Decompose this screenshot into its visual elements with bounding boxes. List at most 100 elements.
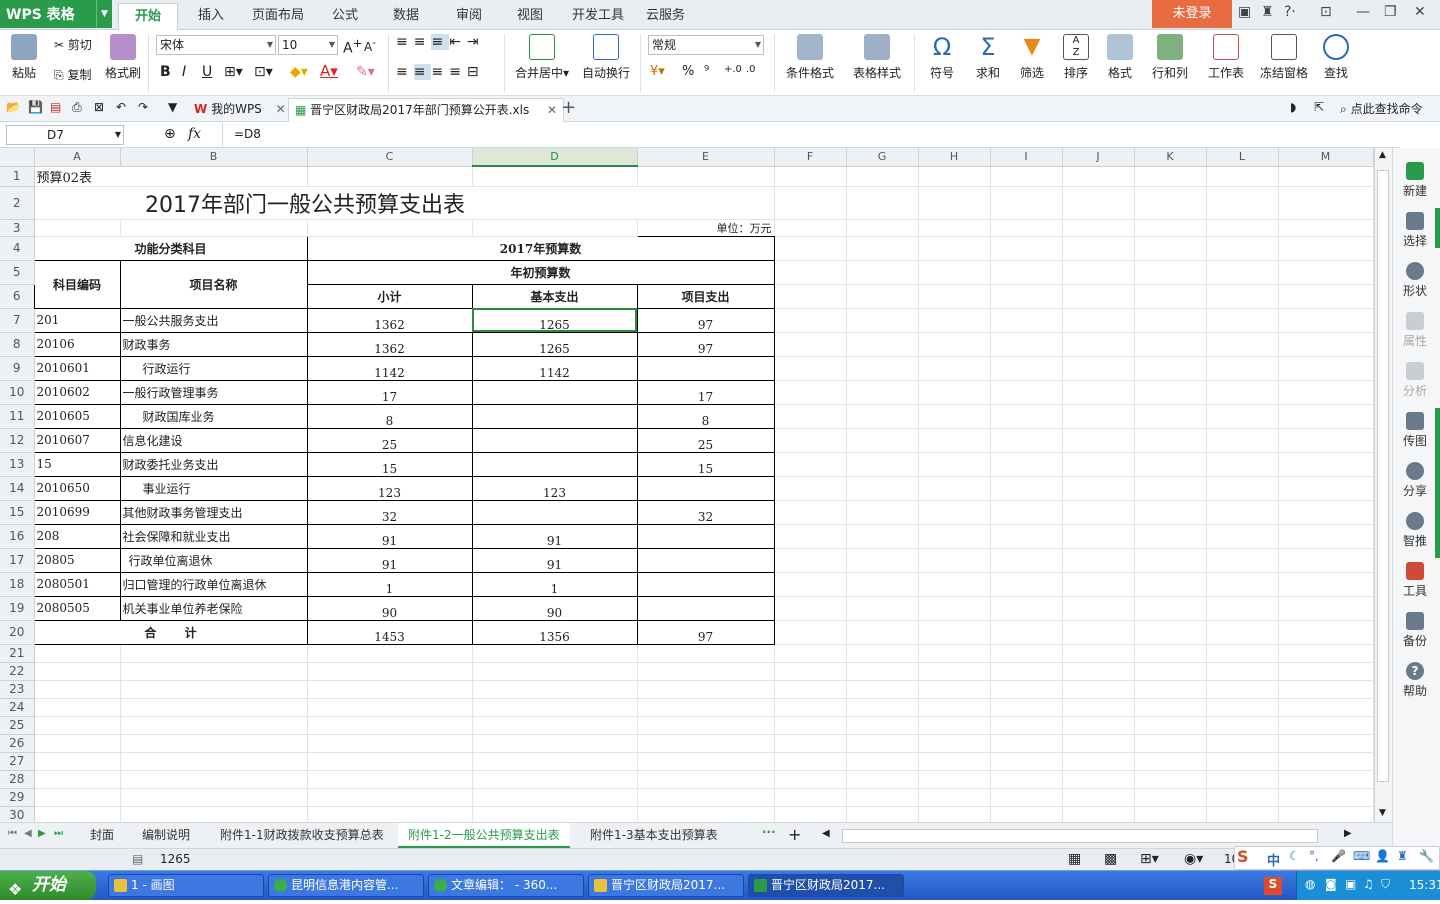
format-button[interactable]: 格式 [1100,30,1140,81]
cell[interactable] [918,662,991,681]
cell[interactable] [990,356,1063,381]
sheet-tab-cover[interactable]: 封面 [80,823,124,848]
item-code[interactable]: 20805 [33,547,121,573]
cell[interactable] [1206,404,1279,429]
cell[interactable] [990,186,1063,220]
row-header[interactable]: 23 [0,680,35,699]
item-subtotal[interactable]: 25 [306,427,473,453]
item-subtotal[interactable]: 1142 [306,355,473,381]
cell[interactable] [846,332,919,357]
item-basic[interactable]: 90 [471,595,638,621]
name-box[interactable]: D7 ▼ [6,125,124,145]
panel-upload-image[interactable]: 传图 [1393,412,1437,449]
sheet-tab-notes[interactable]: 编制说明 [132,823,200,848]
row-header[interactable]: 25 [0,716,35,735]
cell[interactable] [846,186,919,220]
cell[interactable] [472,788,638,807]
comma-button[interactable]: ⁹ [704,64,709,79]
item-code[interactable]: 2010605 [33,403,121,429]
panel-share[interactable]: 分享 [1393,462,1437,499]
cell[interactable] [1062,186,1135,220]
cell[interactable] [990,524,1063,549]
cell[interactable] [1062,788,1135,807]
cell[interactable] [472,662,638,681]
cell[interactable] [774,680,847,699]
cell[interactable] [774,644,847,663]
item-basic[interactable] [471,403,638,429]
item-code[interactable]: 2010601 [33,355,121,381]
cell[interactable] [1278,308,1374,333]
cell[interactable] [1062,662,1135,681]
cell[interactable] [1062,380,1135,405]
freeze-panes-button[interactable]: 冻结窗格 [1256,30,1312,81]
item-project[interactable] [636,571,775,597]
cell[interactable] [1062,428,1135,453]
cell[interactable] [846,716,919,735]
cell[interactable] [918,219,991,237]
cell[interactable] [1278,680,1374,699]
print-preview-icon[interactable]: ⊠ [94,100,104,114]
cell[interactable] [1206,524,1279,549]
cell[interactable] [774,752,847,771]
cell[interactable] [846,500,919,525]
cell[interactable] [34,680,121,699]
task-browser-1[interactable]: 昆明信息港内容管... [268,874,424,897]
cell[interactable] [1206,332,1279,357]
cell[interactable] [990,752,1063,771]
copy-button[interactable]: ⎘ 复制 [54,66,91,83]
paste-button[interactable]: 粘贴 [6,30,42,81]
cell[interactable] [990,476,1063,501]
cell[interactable] [1278,620,1374,645]
cell[interactable] [1278,476,1374,501]
scroll-thumb[interactable] [1377,170,1389,782]
next-sheet-icon[interactable]: ▶ [38,828,46,839]
panel-analysis[interactable]: 分析 [1393,362,1437,399]
cell[interactable] [990,620,1063,645]
item-subtotal[interactable]: 1362 [306,307,473,333]
item-code[interactable]: 201 [33,307,121,333]
item-code[interactable]: 208 [33,523,121,549]
cell[interactable] [1206,166,1279,187]
cell[interactable] [34,770,121,789]
conditional-format-button[interactable]: 条件格式 [780,30,840,81]
cell[interactable] [1134,380,1207,405]
cell[interactable] [774,596,847,621]
sogou-tray-icon[interactable]: S [1264,877,1282,895]
total-subtotal[interactable]: 1453 [306,619,473,645]
merge-border-icon[interactable]: ⊡▾ [254,64,273,80]
item-code[interactable]: 2080501 [33,571,121,597]
cell[interactable] [637,734,775,753]
cell[interactable] [1062,644,1135,663]
cell[interactable] [846,380,919,405]
cell[interactable] [307,698,473,717]
cell[interactable] [1134,308,1207,333]
grow-font-button[interactable]: A+ [343,36,362,57]
cell[interactable] [1206,356,1279,381]
wps-menu-button[interactable]: WPS 表格 ▼ [0,0,112,28]
maximize-icon[interactable]: ❐ [1384,4,1397,20]
row-header[interactable]: 1 [0,166,35,187]
cell[interactable] [846,260,919,285]
cell[interactable] [34,734,121,753]
cell[interactable] [1278,716,1374,735]
item-basic[interactable] [471,379,638,405]
cell[interactable] [1206,476,1279,501]
wrench-icon[interactable]: 🔧 [1419,849,1434,863]
item-name[interactable]: 一般行政管理事务 [119,379,308,405]
cell[interactable] [1278,452,1374,477]
cell[interactable] [1134,734,1207,753]
cell[interactable] [990,680,1063,699]
cell[interactable] [34,644,121,663]
cell[interactable] [774,356,847,381]
cell[interactable] [1206,662,1279,681]
cell[interactable] [990,500,1063,525]
cell[interactable] [1062,236,1135,261]
cell[interactable] [774,770,847,789]
sheet-tab-1-2[interactable]: 附件1-2一般公共预算支出表 [398,823,570,848]
cell[interactable] [1134,219,1207,237]
tab-developer[interactable]: 开发工具 [572,5,624,30]
cell[interactable] [774,404,847,429]
cell[interactable] [1134,770,1207,789]
cell[interactable] [918,260,991,285]
cell[interactable] [1206,219,1279,237]
